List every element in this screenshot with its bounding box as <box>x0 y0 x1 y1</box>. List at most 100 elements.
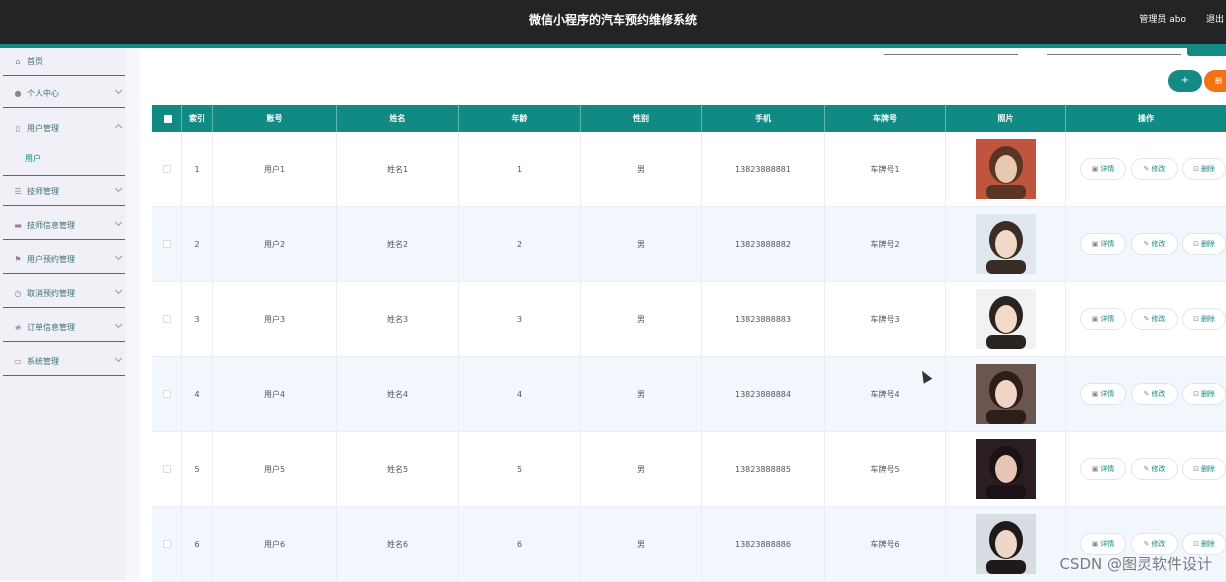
user-photo[interactable] <box>976 514 1036 574</box>
delete-button-label: 删除 <box>1201 540 1215 548</box>
sidebar-item-label: 技师管理 <box>27 186 59 197</box>
sidebar-item-label: 技师信息管理 <box>27 220 75 231</box>
cell-plate: 车牌号2 <box>825 207 946 282</box>
detail-button[interactable]: ▣详情 <box>1080 383 1126 405</box>
select-all-checkbox[interactable] <box>164 115 172 123</box>
sidebar: ⌂ 首页 ● 个人中心 ▯ 用户管理 用户 ☰ 技师管理 ▬ 技师信息管理 ⚑ … <box>0 48 126 580</box>
table-row: 4用户4姓名44男13823888884车牌号4▣详情✎修改⊡删除 <box>152 357 1226 432</box>
header-index: 索引 <box>182 105 213 132</box>
delete-button[interactable]: ⊡删除 <box>1182 158 1226 180</box>
cell-gender: 男 <box>581 357 702 432</box>
sidebar-item-user-booking[interactable]: ⚑ 用户预约管理 <box>3 246 125 274</box>
add-button[interactable]: + <box>1168 70 1202 92</box>
sidebar-item-personal-center[interactable]: ● 个人中心 <box>3 80 125 108</box>
delete-button[interactable]: ⊡删除 <box>1182 308 1226 330</box>
detail-button[interactable]: ▣详情 <box>1080 533 1126 555</box>
delete-button[interactable]: ⊡删除 <box>1182 383 1226 405</box>
corner-tab[interactable] <box>1187 48 1226 56</box>
row-checkbox[interactable] <box>163 390 171 398</box>
search-input-name[interactable] <box>1047 54 1181 55</box>
chat-icon: ▭ <box>13 357 23 366</box>
edit-button[interactable]: ✎修改 <box>1131 233 1178 255</box>
document-icon: ▣ <box>1092 240 1099 248</box>
table-row: 5用户5姓名55男13823888885车牌号5▣详情✎修改⊡删除 <box>152 432 1226 507</box>
chevron-down-icon <box>115 287 122 294</box>
sidebar-item-label: 系统管理 <box>27 356 59 367</box>
sidebar-item-user-management[interactable]: ▯ 用户管理 <box>3 114 125 142</box>
detail-button[interactable]: ▣详情 <box>1080 233 1126 255</box>
trash-icon: ⊡ <box>1193 465 1199 473</box>
sidebar-item-system-management[interactable]: ▭ 系统管理 <box>3 348 125 376</box>
cell-plate: 车牌号3 <box>825 282 946 357</box>
pencil-icon: ✎ <box>1144 315 1150 323</box>
edit-button[interactable]: ✎修改 <box>1131 158 1178 180</box>
user-icon: ● <box>13 89 23 98</box>
user-photo[interactable] <box>976 439 1036 499</box>
user-photo[interactable] <box>976 139 1036 199</box>
cell-age: 6 <box>459 507 581 582</box>
user-photo[interactable] <box>976 364 1036 424</box>
table-row: 2用户2姓名22男13823888882车牌号2▣详情✎修改⊡删除 <box>152 207 1226 282</box>
cell-gender: 男 <box>581 282 702 357</box>
admin-user-label[interactable]: 管理员 abo <box>1139 0 1186 40</box>
delete-button[interactable]: ⊡删除 <box>1182 233 1226 255</box>
sidebar-item-label: 订单信息管理 <box>27 322 75 333</box>
header-gender: 性别 <box>581 105 702 132</box>
edit-button[interactable]: ✎修改 <box>1131 458 1178 480</box>
cell-name: 姓名6 <box>337 507 459 582</box>
logout-link[interactable]: 退出 <box>1206 0 1224 40</box>
header-age: 年龄 <box>459 105 581 132</box>
sidebar-item-order-info[interactable]: ≢ 订单信息管理 <box>3 314 125 342</box>
detail-button[interactable]: ▣详情 <box>1080 158 1126 180</box>
row-select-cell <box>152 507 182 582</box>
detail-button[interactable]: ▣详情 <box>1080 308 1126 330</box>
user-photo[interactable] <box>976 214 1036 274</box>
sidebar-item-home[interactable]: ⌂ 首页 <box>3 48 125 76</box>
pencil-icon: ✎ <box>1144 465 1150 473</box>
row-checkbox[interactable] <box>163 540 171 548</box>
watermark: CSDN @图灵软件设计 <box>1059 553 1212 574</box>
cell-index: 2 <box>182 207 213 282</box>
lock-icon: ▯ <box>13 124 23 133</box>
cell-phone: 13823888885 <box>702 432 825 507</box>
edit-button[interactable]: ✎修改 <box>1131 308 1178 330</box>
row-checkbox[interactable] <box>163 465 171 473</box>
cell-plate: 车牌号6 <box>825 507 946 582</box>
search-input-account[interactable] <box>884 54 1018 55</box>
chevron-down-icon <box>115 185 122 192</box>
row-checkbox[interactable] <box>163 165 171 173</box>
edit-button[interactable]: ✎修改 <box>1131 383 1178 405</box>
edit-button[interactable]: ✎修改 <box>1131 533 1178 555</box>
sidebar-item-label: 用户管理 <box>27 123 59 134</box>
delete-button[interactable]: ⊡删除 <box>1182 458 1226 480</box>
document-icon: ▣ <box>1092 390 1099 398</box>
cell-name: 姓名3 <box>337 282 459 357</box>
monitor-icon: ▬ <box>13 221 23 230</box>
sidebar-subitem-user[interactable]: 用户 <box>3 148 125 176</box>
cell-name: 姓名2 <box>337 207 459 282</box>
chevron-down-icon <box>115 87 122 94</box>
delete-button-label: 删除 <box>1201 315 1215 323</box>
pencil-icon: ✎ <box>1144 240 1150 248</box>
cell-index: 5 <box>182 432 213 507</box>
edit-button-label: 修改 <box>1151 165 1165 173</box>
header-account: 账号 <box>213 105 337 132</box>
row-checkbox[interactable] <box>163 315 171 323</box>
delete-button[interactable]: ⊡删除 <box>1182 533 1226 555</box>
detail-button-label: 详情 <box>1100 540 1114 548</box>
sidebar-item-technician-info[interactable]: ▬ 技师信息管理 <box>3 212 125 240</box>
header-photo: 照片 <box>946 105 1066 132</box>
user-photo[interactable] <box>976 289 1036 349</box>
list-icon: ☰ <box>13 187 23 196</box>
detail-button[interactable]: ▣详情 <box>1080 458 1126 480</box>
header-accent-line <box>0 44 1226 48</box>
delete-button-label: 删除 <box>1201 240 1215 248</box>
row-checkbox[interactable] <box>163 240 171 248</box>
sidebar-item-technician-management[interactable]: ☰ 技师管理 <box>3 178 125 206</box>
trash-icon: ⊡ <box>1193 390 1199 398</box>
edit-button-label: 修改 <box>1151 390 1165 398</box>
batch-delete-button[interactable]: 删 <box>1204 70 1226 92</box>
sidebar-item-cancel-booking[interactable]: ◷ 取消预约管理 <box>3 280 125 308</box>
detail-button-label: 详情 <box>1100 390 1114 398</box>
cell-gender: 男 <box>581 207 702 282</box>
